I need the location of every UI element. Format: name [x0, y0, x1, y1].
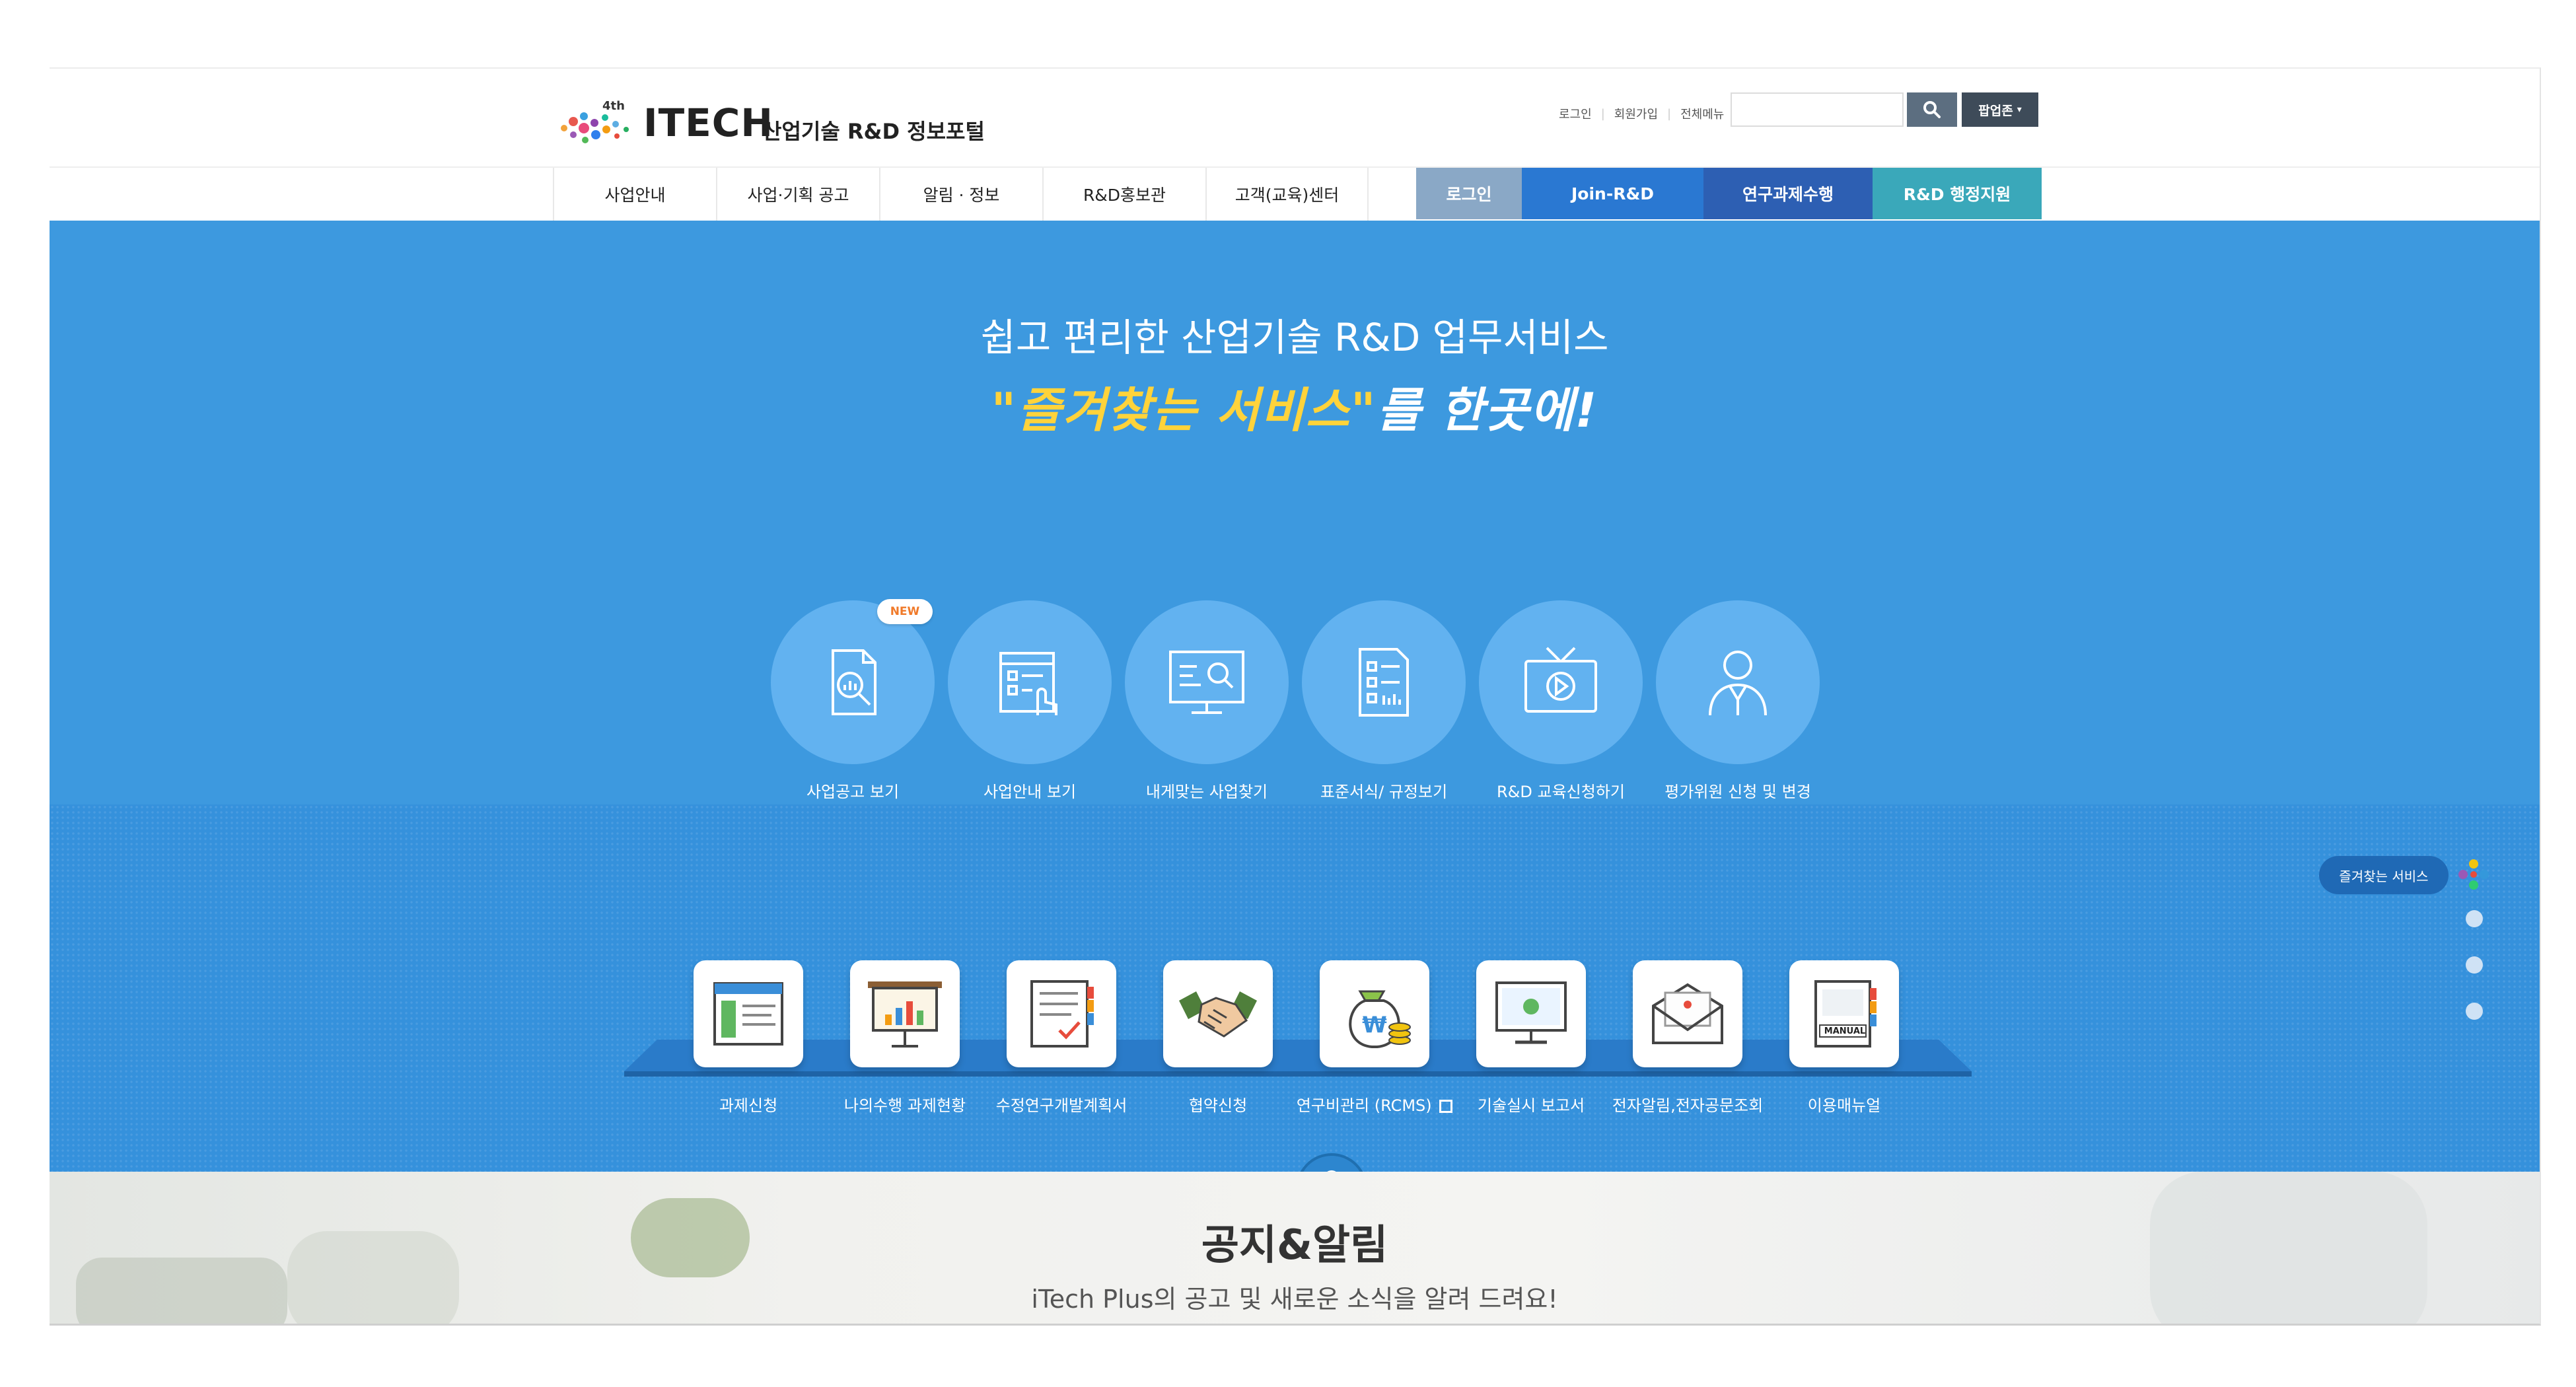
- quick-menu-shelf: [624, 1040, 1972, 1077]
- main-nav: 사업안내 사업·기획 공고 알림 · 정보 R&D홍보관 고객(교육)센터 로그…: [50, 168, 2540, 221]
- site-logo[interactable]: 4th ITECH 산업기술 R&D 정보포털: [556, 99, 1019, 147]
- separator: |: [1667, 106, 1672, 121]
- slider-dot[interactable]: [2466, 956, 2483, 974]
- service-label: 내게맞는 사업찾기: [1145, 783, 1268, 801]
- signup-link[interactable]: 회원가입: [1614, 105, 1658, 122]
- handshake-icon: [1179, 991, 1257, 1038]
- computer-report-icon: [1495, 981, 1567, 1044]
- document-search-icon: [832, 649, 877, 715]
- envelope-icon: [1652, 983, 1723, 1044]
- checklist-touch-icon: [999, 652, 1057, 715]
- quick-label: 수정연구개발계획서: [995, 1096, 1127, 1115]
- all-menu-link[interactable]: 전체메뉴: [1680, 105, 1724, 122]
- quick-tech-report[interactable]: [1476, 960, 1586, 1067]
- service-label: R&D 교육신청하기: [1497, 783, 1625, 801]
- quick-e-notice[interactable]: [1633, 960, 1742, 1067]
- logo-subtitle: 산업기술 R&D 정보포털: [762, 119, 985, 144]
- hero-section: 쉽고 편리한 산업기술 R&D 업무서비스 "즐겨찾는 서비스"를 한곳에! N…: [50, 221, 2540, 1172]
- notice-subtitle: iTech Plus의 공고 및 새로운 소식을 알려 드려요!: [1031, 1285, 1558, 1314]
- quick-revised-plan[interactable]: [1007, 960, 1116, 1067]
- quick-user-manual[interactable]: MANUAL: [1789, 960, 1899, 1067]
- popup-zone-label: 팝업존: [1978, 103, 2013, 118]
- slider-dot[interactable]: [2466, 910, 2483, 927]
- external-link-icon: [1439, 1100, 1453, 1113]
- service-business-guide[interactable]: [948, 600, 1112, 764]
- service-standard-forms[interactable]: [1302, 600, 1466, 764]
- service-label: 표준서식/ 규정보기: [1320, 783, 1448, 801]
- quick-label: 이용매뉴얼: [1807, 1096, 1881, 1115]
- svg-text:₩: ₩: [1362, 1012, 1387, 1038]
- quick-label: 전자알림,전자공문조회: [1612, 1096, 1764, 1115]
- presentation-chart-icon: [868, 981, 942, 1048]
- slogan-quote: ": [1350, 382, 1377, 438]
- quick-project-application[interactable]: [694, 960, 803, 1067]
- quick-label: 기술실시 보고서: [1477, 1096, 1585, 1115]
- quick-agreement-application[interactable]: [1163, 960, 1273, 1067]
- service-label: 사업공고 보기: [806, 783, 900, 801]
- quick-label: 연구비관리 (RCMS): [1289, 1092, 1460, 1116]
- search-icon: [1923, 101, 1941, 118]
- quick-label: 협약신청: [1188, 1096, 1248, 1115]
- hero-title: 쉽고 편리한 산업기술 R&D 업무서비스: [980, 315, 1609, 360]
- nav-login-button[interactable]: 로그인: [1416, 168, 1522, 219]
- hero-slogan: "즐겨찾는 서비스"를 한곳에!: [50, 371, 2540, 441]
- nav-admin-support-button[interactable]: R&D 행정지원: [1873, 168, 2042, 219]
- quick-my-projects[interactable]: [850, 960, 960, 1067]
- new-badge: NEW: [877, 599, 933, 624]
- nav-item-business-guide[interactable]: 사업안내: [553, 168, 716, 221]
- slider-dot[interactable]: [2466, 1003, 2483, 1020]
- browser-page: 4th ITECH 산업기술 R&D 정보포털 로그인 | 회원가입 | 전체메…: [50, 67, 2541, 1326]
- manual-text: MANUAL: [1824, 1026, 1866, 1036]
- popup-zone-button[interactable]: 팝업존 ▾: [1962, 92, 2038, 127]
- money-bag-icon: ₩: [1349, 990, 1411, 1048]
- nav-item-notice-info[interactable]: 알림 · 정보: [879, 168, 1042, 221]
- application-window-icon: [713, 982, 783, 1046]
- quick-label-text: 연구비관리 (RCMS): [1296, 1096, 1432, 1115]
- logo-dots-icon: [561, 112, 629, 143]
- logo-superscript: 4th: [602, 99, 625, 113]
- quick-menu-band: [50, 804, 2540, 1172]
- manual-book-icon: [1814, 980, 1877, 1048]
- service-label: 사업안내 보기: [983, 783, 1077, 801]
- nav-research-button[interactable]: 연구과제수행: [1703, 168, 1873, 219]
- form-document-icon: [1359, 648, 1409, 717]
- service-business-finder[interactable]: [1125, 600, 1289, 764]
- slogan-highlight: 즐겨찾는 서비스: [1017, 382, 1351, 438]
- nav-item-rd-promotion[interactable]: R&D홍보관: [1042, 168, 1205, 221]
- service-rd-education[interactable]: [1479, 600, 1643, 764]
- favorite-services-icon[interactable]: [2455, 856, 2492, 894]
- nav-item-customer-center[interactable]: 고객(교육)센터: [1205, 168, 1369, 221]
- logo-brand: ITECH: [643, 100, 773, 145]
- login-link[interactable]: 로그인: [1559, 105, 1592, 122]
- notice-section: 공지&알림 iTech Plus의 공고 및 새로운 소식을 알려 드려요!: [50, 1172, 2540, 1324]
- notice-title: 공지&알림: [1201, 1221, 1388, 1269]
- separator: |: [1600, 106, 1605, 121]
- monitor-search-icon: [1169, 651, 1244, 714]
- utility-links: 로그인 | 회원가입 | 전체메뉴: [1559, 100, 1724, 127]
- tv-play-icon: [1524, 647, 1597, 713]
- slogan-quote: ": [991, 382, 1018, 438]
- site-header: 4th ITECH 산업기술 R&D 정보포털 로그인 | 회원가입 | 전체메…: [50, 69, 2540, 168]
- nav-join-rd-button[interactable]: Join-R&D: [1522, 168, 1703, 219]
- slogan-rest: 를 한곳에!: [1377, 382, 1598, 438]
- quick-rcms[interactable]: ₩: [1320, 960, 1429, 1067]
- service-notice-view[interactable]: [771, 600, 935, 764]
- quick-label: 과제신청: [719, 1096, 778, 1115]
- quick-label: 나의수행 과제현황: [843, 1096, 966, 1115]
- nav-item-announcements[interactable]: 사업·기획 공고: [716, 168, 879, 221]
- favorite-services-button[interactable]: 즐겨찾는 서비스: [2319, 856, 2449, 894]
- service-evaluator[interactable]: [1656, 600, 1820, 764]
- service-label: 평가위원 신청 및 변경: [1664, 783, 1811, 801]
- plan-book-icon: [1030, 980, 1094, 1048]
- search-button[interactable]: [1907, 92, 1957, 127]
- person-suit-icon: [1709, 651, 1767, 716]
- chevron-down-icon: ▾: [2017, 104, 2022, 115]
- search-input[interactable]: [1731, 92, 1904, 127]
